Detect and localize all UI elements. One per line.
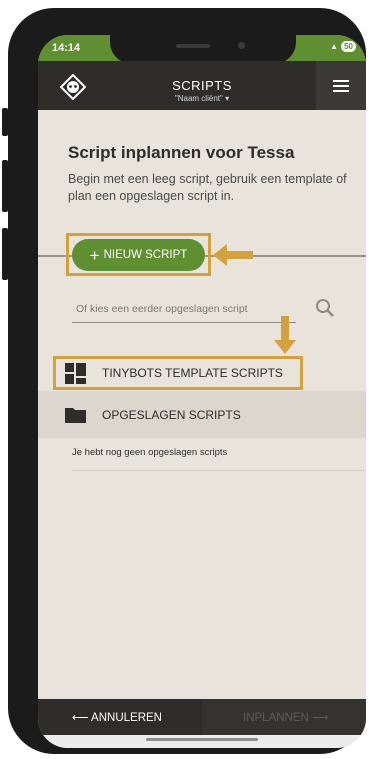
arrow-right-icon: ⟶ [308,712,329,724]
volume-down-button [2,228,8,280]
saved-scripts-row[interactable]: OPGESLAGEN SCRIPTS [38,391,366,438]
camera-notch [110,35,296,64]
client-name: "Naam cliënt" [174,94,223,103]
chevron-down-icon: ▾ [225,94,230,103]
cancel-button[interactable]: ⟵ ANNULEREN [72,710,162,724]
plus-icon: + [89,245,100,265]
arrow-left-icon [213,244,253,266]
arrow-left-icon: ⟵ [72,712,92,724]
search-icon[interactable] [315,298,335,318]
home-indicator[interactable] [146,738,258,741]
cancel-label: ANNULEREN [91,712,162,724]
battery-badge: 50 [341,41,356,52]
bottom-action-bar: ⟵ ANNULEREN INPLANNEN ⟶ [38,699,366,735]
folder-icon [65,408,86,423]
status-bar: 14:14 ▲ 50 [38,35,366,64]
arrow-down-icon [274,316,296,354]
page-title: Script inplannen voor Tessa [68,143,295,162]
volume-up-button [2,160,8,212]
app-header: SCRIPTS "Naam cliënt" ▾ [38,61,366,110]
highlight-box-template [53,356,303,390]
list-divider [72,470,366,471]
saved-scripts-label: OPGESLAGEN SCRIPTS [102,408,241,422]
gesture-bar-area [38,735,366,748]
new-script-label: NIEUW SCRIPT [103,249,188,261]
signal-icon: ▲ [330,42,339,51]
app-screen: 14:14 ▲ 50 SCRIPTS "Naam cliënt" ▾ Scrip… [38,35,366,748]
status-time: 14:14 [52,42,81,54]
empty-saved-message: Je hebt nog geen opgeslagen scripts [72,447,228,458]
phone-frame: 14:14 ▲ 50 SCRIPTS "Naam cliënt" ▾ Scrip… [8,8,366,754]
status-icons: ▲ 50 [330,41,356,52]
menu-button[interactable] [316,61,366,110]
speaker-grille [176,44,210,48]
search-input[interactable]: Of kies een eerder opgeslagen script [76,303,248,315]
hamburger-menu-icon [333,79,349,92]
page-intro: Begin met een leeg script, gebruik een t… [68,172,347,203]
front-camera [238,42,245,49]
plan-label: INPLANNEN [243,712,309,724]
search-underline [72,322,296,323]
plan-button[interactable]: INPLANNEN ⟶ [243,710,329,724]
new-script-button[interactable]: + NIEUW SCRIPT [72,239,205,271]
side-button [2,108,8,136]
